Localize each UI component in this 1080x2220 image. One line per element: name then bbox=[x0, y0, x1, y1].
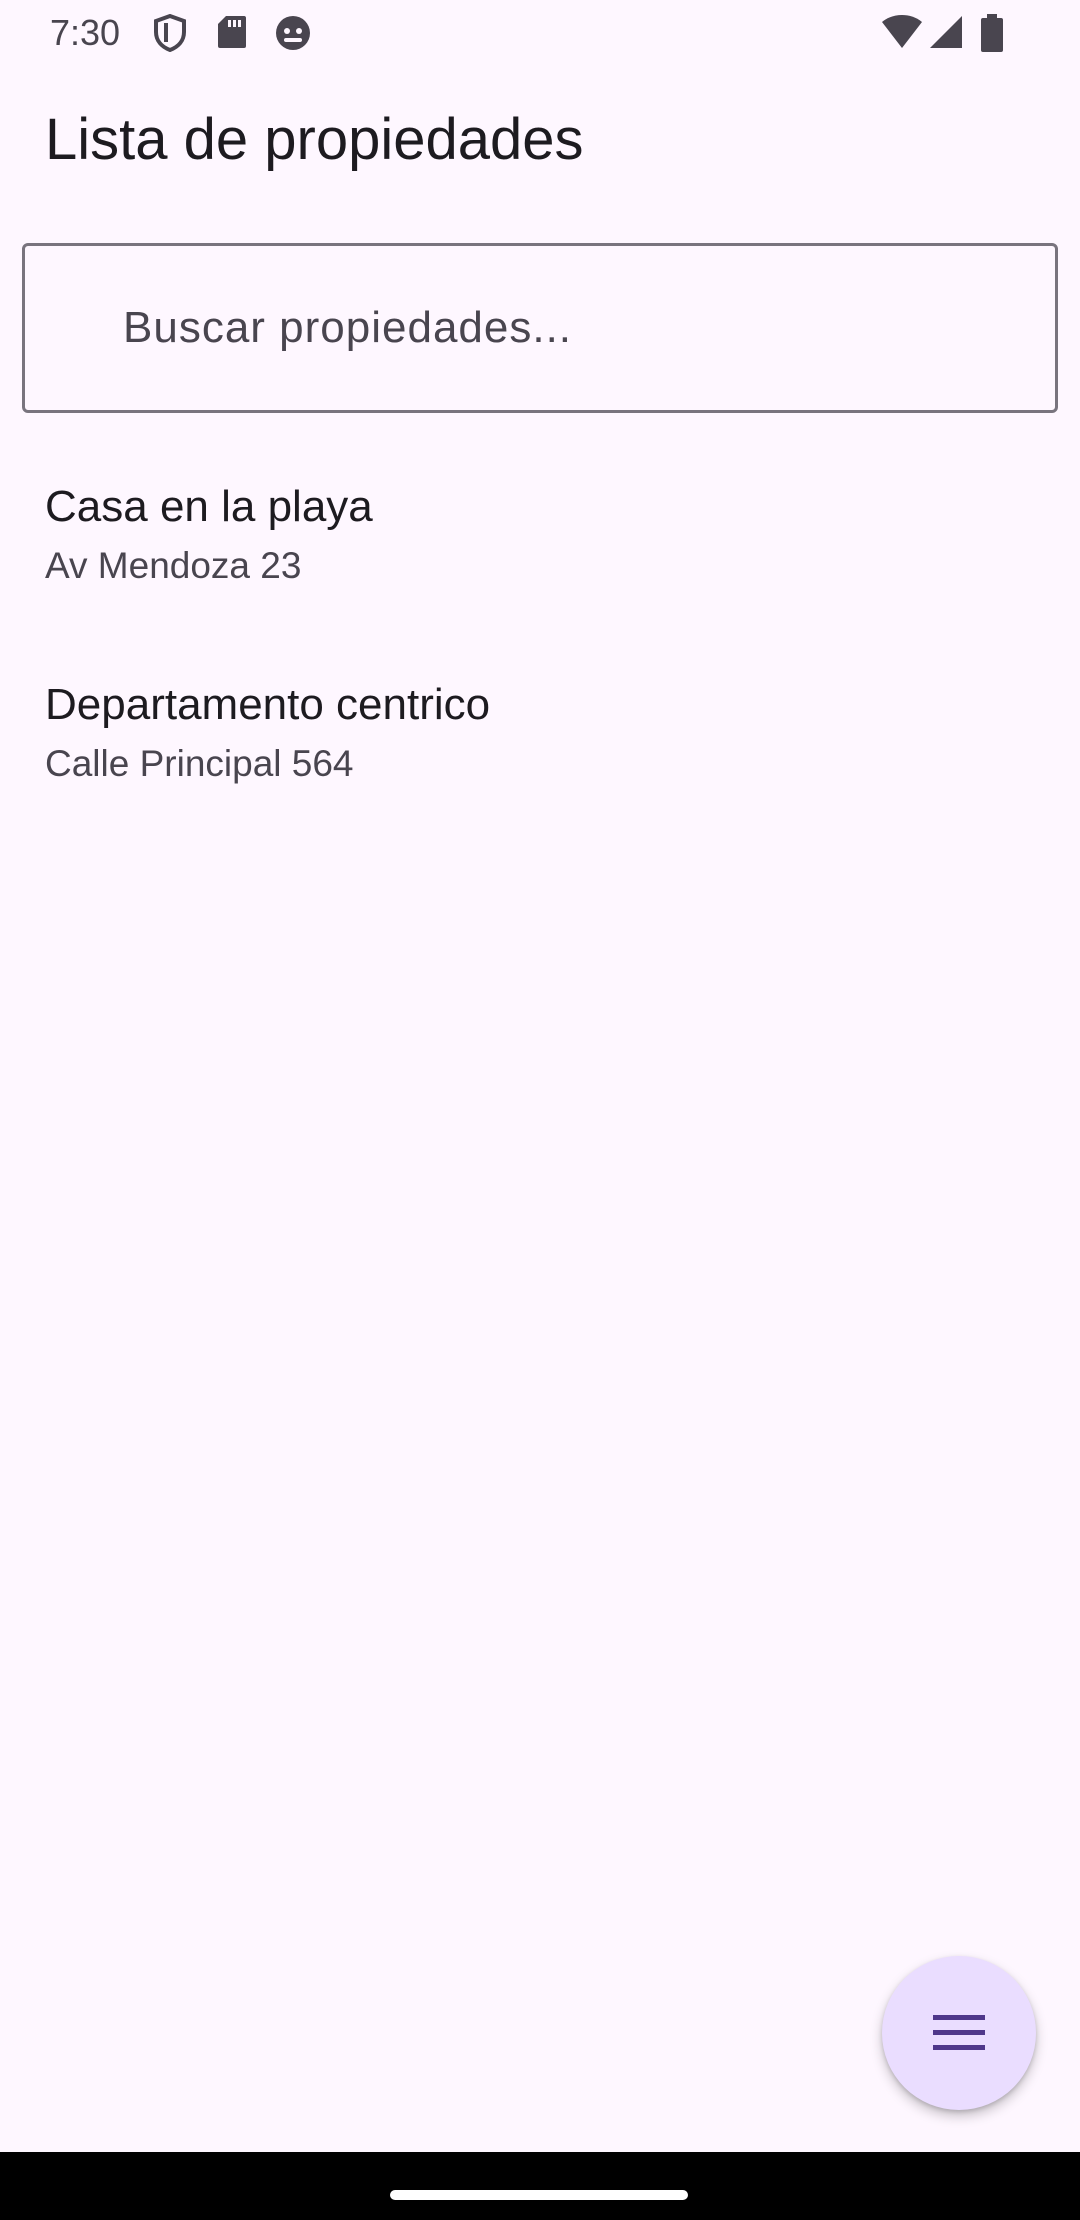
property-address: Calle Principal 564 bbox=[45, 743, 354, 784]
menu-fab-button[interactable] bbox=[882, 1956, 1036, 2110]
list-item[interactable]: Casa en la playa Av Mendoza 23 bbox=[0, 440, 1080, 638]
home-gesture-handle[interactable] bbox=[390, 2190, 688, 2200]
list-item[interactable]: Departamento centrico Calle Principal 56… bbox=[0, 638, 1080, 836]
search-field[interactable] bbox=[22, 243, 1058, 413]
sd-card-icon bbox=[218, 16, 246, 48]
shield-icon bbox=[154, 14, 186, 52]
status-bar: 7:30 bbox=[0, 0, 1080, 66]
navigation-bar bbox=[0, 2152, 1080, 2220]
menu-icon bbox=[933, 2015, 985, 2050]
page-title: Lista de propiedades bbox=[45, 107, 584, 172]
property-name: Departamento centrico bbox=[45, 680, 491, 729]
android-debug-icon bbox=[276, 16, 310, 50]
wifi-icon bbox=[882, 15, 922, 48]
signal-icon bbox=[930, 16, 962, 48]
search-input[interactable] bbox=[123, 246, 1023, 410]
status-time: 7:30 bbox=[50, 12, 121, 53]
property-name: Casa en la playa bbox=[45, 482, 373, 531]
property-address: Av Mendoza 23 bbox=[45, 545, 302, 586]
screen: 7:30 Lista de propiedades Buscar propied… bbox=[0, 0, 1080, 2220]
battery-icon bbox=[981, 14, 1003, 52]
